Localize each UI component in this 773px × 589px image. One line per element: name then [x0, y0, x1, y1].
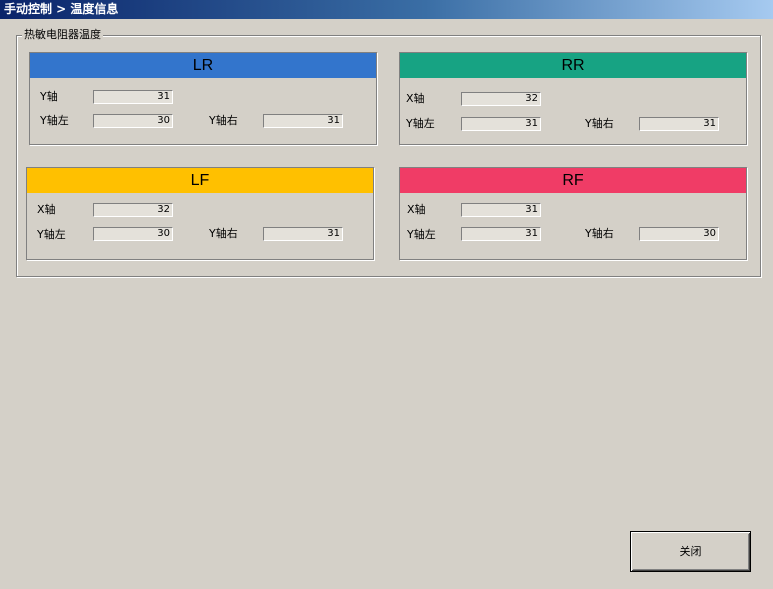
rf-y-left-label: Y轴左: [407, 228, 436, 241]
lf-x-axis-value: 32: [93, 203, 173, 217]
lr-y-right-label: Y轴右: [209, 114, 238, 127]
panel-rr: RR X轴 32 Y轴左 31 Y轴右 31: [399, 52, 747, 145]
panel-lf: LF X轴 32 Y轴左 30 Y轴右 31: [26, 167, 374, 260]
rf-x-axis-label: X轴: [407, 203, 426, 216]
lr-y-left-label: Y轴左: [40, 114, 69, 127]
close-button[interactable]: 关闭: [630, 531, 751, 572]
panel-lf-title: LF: [190, 172, 210, 189]
rr-x-axis-value: 32: [461, 92, 541, 106]
lr-y-axis-label: Y轴: [40, 90, 58, 103]
lf-y-right-label: Y轴右: [209, 227, 238, 240]
window-title-bar: 手动控制 > 温度信息: [0, 0, 773, 19]
lf-y-right-value: 31: [263, 227, 343, 241]
lr-y-axis-value: 31: [93, 90, 173, 104]
panel-lf-header: LF: [27, 168, 373, 193]
panel-rf-title: RF: [562, 172, 584, 189]
panel-rf-header: RF: [400, 168, 746, 193]
rr-x-axis-label: X轴: [406, 92, 425, 105]
rf-y-left-value: 31: [461, 227, 541, 241]
rr-y-right-value: 31: [639, 117, 719, 131]
group-label: 热敏电阻器温度: [22, 28, 103, 42]
lr-y-right-value: 31: [263, 114, 343, 128]
rr-y-left-value: 31: [461, 117, 541, 131]
rr-y-left-label: Y轴左: [406, 117, 435, 130]
panel-lr: LR Y轴 31 Y轴左 30 Y轴右 31: [29, 52, 377, 145]
lf-x-axis-label: X轴: [37, 203, 56, 216]
rr-y-right-label: Y轴右: [585, 117, 614, 130]
rf-y-right-label: Y轴右: [585, 227, 614, 240]
panel-lr-title: LR: [192, 57, 214, 74]
panel-rf: RF X轴 31 Y轴左 31 Y轴右 30: [399, 167, 747, 260]
panel-rr-title: RR: [561, 57, 585, 74]
lf-y-left-value: 30: [93, 227, 173, 241]
window-title: 手动控制 > 温度信息: [4, 2, 119, 16]
panel-lr-header: LR: [30, 53, 376, 78]
panel-rr-header: RR: [400, 53, 746, 78]
lr-y-left-value: 30: [93, 114, 173, 128]
lf-y-left-label: Y轴左: [37, 228, 66, 241]
rf-y-right-value: 30: [639, 227, 719, 241]
rf-x-axis-value: 31: [461, 203, 541, 217]
